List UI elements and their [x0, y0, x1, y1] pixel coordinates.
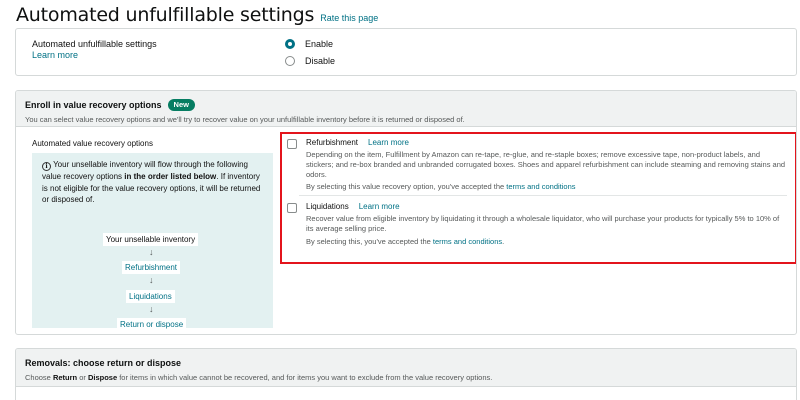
- automated-settings-learn-more-link[interactable]: Learn more: [32, 50, 78, 60]
- liquidations-terms-link[interactable]: terms and conditions: [433, 237, 502, 246]
- disable-radio[interactable]: [285, 56, 295, 66]
- flow-step-refurbishment[interactable]: Refurbishment: [122, 261, 181, 274]
- flow-step-liquidations[interactable]: Liquidations: [126, 290, 175, 303]
- page-title: Automated unfulfillable settings: [16, 4, 315, 26]
- page-header: Automated unfulfillable settings Rate th…: [16, 4, 378, 26]
- flow-arrow-down-icon: ↓: [149, 275, 154, 285]
- refurbishment-accept-text: By selecting this value recovery option,…: [306, 182, 576, 191]
- refurbishment-description: Depending on the item, Fulfillment by Am…: [306, 150, 786, 179]
- refurbishment-terms-link[interactable]: terms and conditions: [506, 182, 575, 191]
- refurbishment-title-row: Refurbishment Learn more: [306, 138, 409, 147]
- automated-settings-label: Automated unfulfillable settings: [32, 39, 157, 49]
- liquidations-title: Liquidations: [306, 202, 349, 211]
- flow-info-bold: in the order listed below: [124, 172, 217, 181]
- rate-this-page-link[interactable]: Rate this page: [320, 13, 378, 23]
- refurbishment-title: Refurbishment: [306, 138, 359, 147]
- removals-desc-part: for items in which value cannot be recov…: [117, 373, 493, 382]
- info-icon: i: [42, 162, 51, 171]
- enable-radio-option[interactable]: Enable: [285, 39, 333, 49]
- liquidations-description: Recover value from eligible inventory by…: [306, 214, 780, 233]
- refurbishment-learn-more-link[interactable]: Learn more: [368, 138, 409, 147]
- liquidations-accept-suffix: .: [502, 237, 505, 246]
- refurbishment-checkbox[interactable]: [287, 139, 297, 149]
- liquidations-learn-more-link[interactable]: Learn more: [359, 202, 400, 211]
- removals-description: Choose Return or Dispose for items in wh…: [25, 373, 787, 382]
- automated-settings-card: Automated unfulfillable settings Learn m…: [15, 28, 797, 76]
- liquidations-checkbox[interactable]: [287, 203, 297, 213]
- flow-info-text: i Your unsellable inventory will flow th…: [42, 159, 267, 206]
- value-recovery-flow-panel: i Your unsellable inventory will flow th…: [32, 153, 273, 331]
- flow-step-unsellable-inventory: Your unsellable inventory: [103, 233, 199, 246]
- refurbishment-accept-prefix: By selecting this value recovery option,…: [306, 182, 507, 191]
- removals-desc-part: Choose: [25, 373, 53, 382]
- value-recovery-title: Enroll in value recovery options: [25, 100, 162, 110]
- removals-header: Removals: choose return or dispose Choos…: [16, 349, 796, 387]
- liquidations-accept-prefix: By selecting this, you've accepted the: [306, 237, 433, 246]
- removals-card: Removals: choose return or dispose Choos…: [15, 348, 797, 400]
- disable-radio-option[interactable]: Disable: [285, 56, 335, 66]
- flow-arrow-down-icon: ↓: [149, 304, 154, 314]
- value-recovery-header: Enroll in value recovery options New You…: [16, 91, 796, 127]
- liquidations-accept-text: By selecting this, you've accepted the t…: [306, 237, 504, 246]
- removals-title: Removals: choose return or dispose: [25, 358, 182, 368]
- disable-radio-label: Disable: [305, 56, 336, 66]
- enable-radio[interactable]: [285, 39, 295, 49]
- liquidations-title-row: Liquidations Learn more: [306, 202, 400, 211]
- removals-desc-part: or: [77, 373, 88, 382]
- options-divider: [299, 195, 787, 196]
- flow-arrow-down-icon: ↓: [149, 247, 154, 257]
- value-recovery-title-row: Enroll in value recovery options New: [25, 99, 787, 111]
- removals-desc-dispose: Dispose: [87, 373, 118, 382]
- new-badge: New: [167, 99, 195, 111]
- removals-desc-return: Return: [52, 373, 78, 382]
- flow-step-return-or-dispose[interactable]: Return or dispose: [117, 318, 187, 331]
- enable-radio-label: Enable: [305, 39, 334, 49]
- value-recovery-left-label: Automated value recovery options: [32, 139, 153, 148]
- value-recovery-description: You can select value recovery options an…: [25, 115, 465, 124]
- value-recovery-card: Enroll in value recovery options New You…: [15, 90, 797, 335]
